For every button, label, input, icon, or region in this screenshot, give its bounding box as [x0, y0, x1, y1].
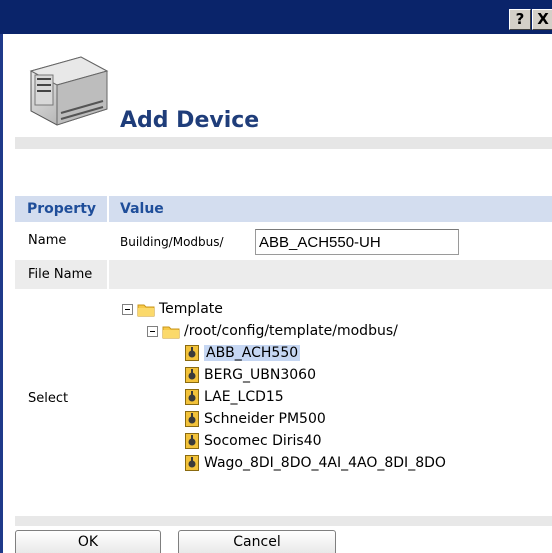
close-button[interactable]: X [532, 9, 552, 30]
folder-icon [137, 304, 155, 316]
tree-label-folder: /root/config/template/modbus/ [184, 323, 398, 339]
tree-item-wago[interactable]: Wago_8DI_8DO_4AI_4AO_8DI_8DO [185, 452, 446, 474]
tree-item-label: Wago_8DI_8DO_4AI_4AO_8DI_8DO [204, 455, 446, 471]
table-row-select: Select Template /root/config/template/mo… [15, 293, 552, 490]
ok-button[interactable]: OK [15, 530, 161, 553]
select-label: Select [28, 391, 69, 406]
device-name-input[interactable] [255, 229, 459, 255]
collapse-icon[interactable] [122, 303, 133, 315]
window-titlebar: ? X [0, 0, 552, 34]
divider [15, 516, 552, 526]
tree-item-lae-lcd15[interactable]: LAE_LCD15 [185, 386, 284, 408]
template-file-icon [185, 433, 199, 449]
tree-item-socomec-diris40[interactable]: Socomec Diris40 [185, 430, 322, 452]
help-button[interactable]: ? [509, 9, 531, 30]
tree-node-root[interactable]: Template [122, 298, 223, 320]
template-file-icon [185, 455, 199, 471]
template-file-icon [185, 345, 199, 361]
tree-label-root: Template [159, 301, 223, 317]
template-file-icon [185, 411, 199, 427]
template-tree: Template /root/config/template/modbus/ A… [109, 293, 552, 490]
tree-item-label: BERG_UBN3060 [204, 367, 316, 383]
table-header-row: Property Value [15, 196, 552, 222]
column-header-property: Property [15, 196, 109, 222]
column-header-value: Value [120, 201, 164, 217]
name-label: Name [28, 233, 67, 248]
page-title: Add Device [120, 108, 260, 133]
file-name-label: File Name [15, 260, 109, 289]
tree-item-abb-ach550[interactable]: ABB_ACH550 [185, 342, 301, 364]
tree-node-folder[interactable]: /root/config/template/modbus/ [147, 320, 398, 342]
tree-label-selected: ABB_ACH550 [204, 345, 301, 361]
table-row-name: Name Building/Modbus/ [15, 226, 552, 256]
divider [15, 137, 552, 149]
tree-item-label: Socomec Diris40 [204, 433, 322, 449]
folder-icon [162, 326, 180, 338]
tree-item-berg-ubn3060[interactable]: BERG_UBN3060 [185, 364, 316, 386]
dialog-header: Add Device [3, 34, 552, 138]
din-rail-device-icon [29, 56, 109, 126]
cancel-button[interactable]: Cancel [178, 530, 336, 553]
tree-item-label: Schneider PM500 [204, 411, 326, 427]
tree-item-label: LAE_LCD15 [204, 389, 284, 405]
name-value-cell: Building/Modbus/ [109, 226, 552, 256]
template-file-icon [185, 389, 199, 405]
collapse-icon[interactable] [147, 325, 158, 337]
template-file-icon [185, 367, 199, 383]
name-path-prefix: Building/Modbus/ [120, 235, 224, 249]
tree-item-schneider-pm500[interactable]: Schneider PM500 [185, 408, 326, 430]
template-tree-cell: Template /root/config/template/modbus/ A… [109, 293, 552, 490]
table-row-file-name: File Name [15, 260, 552, 289]
file-name-value-cell [109, 260, 552, 289]
